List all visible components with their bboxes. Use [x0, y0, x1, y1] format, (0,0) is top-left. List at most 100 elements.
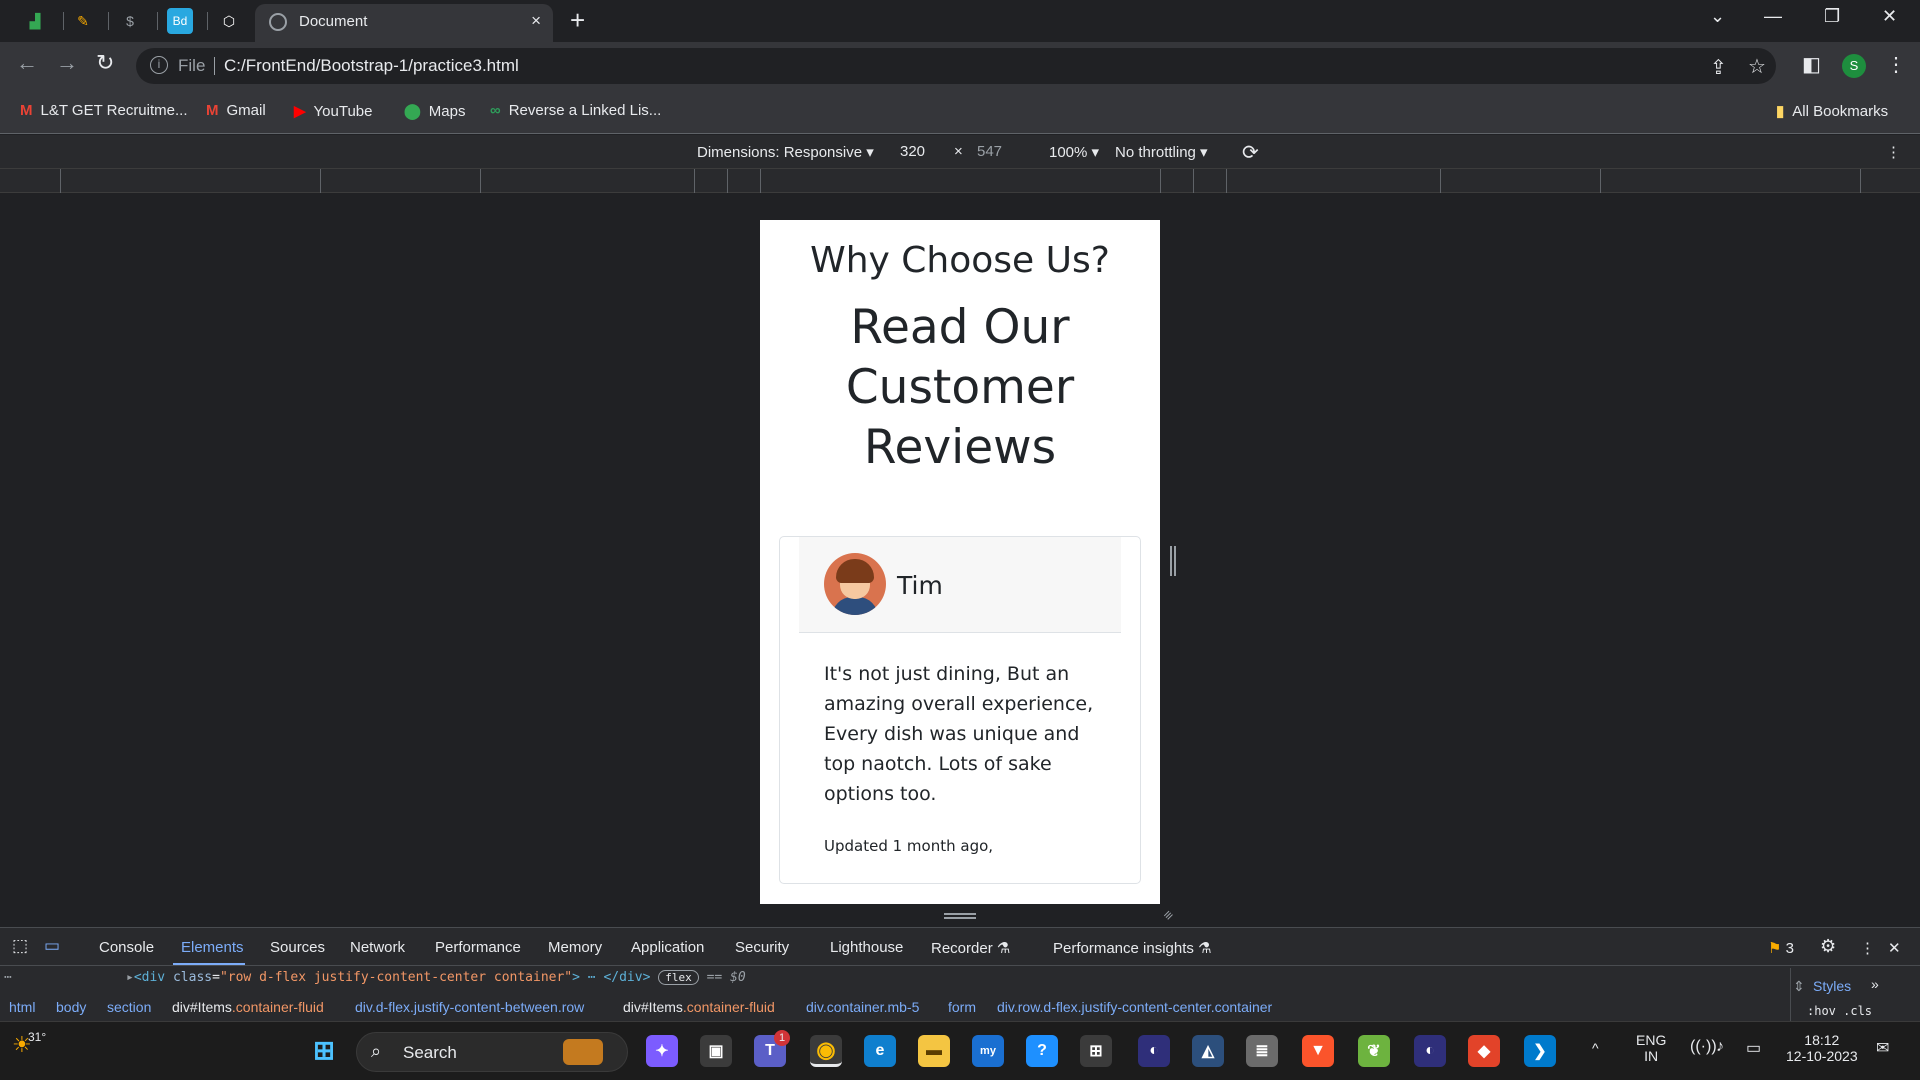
bookmark-reverse-linked-list[interactable]: ∞ Reverse a Linked Lis... [490, 102, 661, 119]
eclipse-app-icon-2[interactable]: ◐ [1414, 1035, 1446, 1067]
breadcrumb-item[interactable]: div.row.d-flex.justify-content-center.co… [997, 999, 1272, 1015]
profile-avatar[interactable]: S [1842, 54, 1866, 78]
tab-network[interactable]: Network [350, 939, 405, 956]
help-app-icon[interactable]: ? [1026, 1035, 1058, 1067]
git-app-icon[interactable]: ◆ [1468, 1035, 1500, 1067]
tab-close-icon[interactable]: × [531, 11, 541, 31]
flex-badge[interactable]: flex [658, 970, 699, 985]
tab-performance-insights[interactable]: Performance insights ⚗ [1053, 939, 1212, 957]
tab-memory[interactable]: Memory [548, 939, 602, 956]
chrome-app-icon[interactable]: ◉ [810, 1035, 842, 1067]
tab-security[interactable]: Security [735, 939, 789, 956]
bookmark-youtube[interactable]: ▶ YouTube [294, 102, 373, 121]
more-tabs-chevron-icon[interactable]: » [1871, 976, 1879, 992]
bookmarks-bar: M L&T GET Recruitme... M Gmail ▶ YouTube… [0, 90, 1920, 134]
tab-styles[interactable]: Styles [1813, 978, 1851, 994]
share-icon[interactable]: ⇪ [1710, 55, 1727, 80]
device-toggle-icon[interactable]: ▭ [44, 936, 60, 956]
pinned-tab-chart-icon[interactable]: ▟ [22, 8, 48, 34]
windows-start-icon[interactable]: ⊞ [308, 1034, 340, 1066]
new-tab-button[interactable]: + [570, 5, 585, 36]
hov-cls-toggles[interactable]: :hov .cls [1807, 1004, 1872, 1018]
breadcrumb-item[interactable]: div#Items.container-fluid [172, 999, 324, 1015]
expand-triangle-icon[interactable]: ▸ [126, 970, 134, 985]
ruler-tick [694, 169, 695, 193]
zoom-select[interactable]: 100% ▾ [1049, 143, 1099, 161]
tab-elements[interactable]: Elements [181, 939, 244, 956]
forward-arrow-icon[interactable]: → [56, 50, 78, 76]
side-panel-icon[interactable]: ◧ [1802, 52, 1821, 77]
scroll-arrows-icon[interactable]: ⇕ [1793, 978, 1805, 995]
width-input[interactable]: 320 [900, 143, 925, 160]
bookmark-maps[interactable]: ⬤ Maps [404, 102, 465, 121]
throttling-select[interactable]: No throttling ▾ [1115, 143, 1208, 161]
inspect-element-icon[interactable]: ⬚ [12, 936, 28, 956]
minimize-icon[interactable]: — [1764, 6, 1782, 27]
pinned-tab-dollar-icon[interactable]: $ [117, 8, 143, 34]
breadcrumb-item[interactable]: div.d-flex.justify-content-between.row [355, 999, 584, 1015]
viewport-resize-corner-icon[interactable]: ≡ [1160, 906, 1177, 923]
battery-icon[interactable]: ▭ [1746, 1038, 1761, 1058]
pinned-tab-codepen-icon[interactable]: ⬡ [216, 8, 242, 34]
bookmark-star-icon[interactable]: ☆ [1748, 54, 1766, 79]
tray-chevron-icon[interactable]: ^ [1592, 1040, 1599, 1056]
devtools-menu-kebab-icon[interactable]: ⋮ [1860, 939, 1875, 957]
pinned-tab-pencil-icon[interactable]: ✎ [70, 8, 96, 34]
zoom-label: 100% [1049, 144, 1088, 161]
bookmark-lt-recruitment[interactable]: M L&T GET Recruitme... [20, 102, 188, 119]
breadcrumb-item[interactable]: section [107, 999, 151, 1015]
tab-console[interactable]: Console [99, 939, 154, 956]
language-indicator[interactable]: ENG IN [1636, 1032, 1666, 1064]
taskbar-search[interactable]: ⌕ Search [356, 1032, 628, 1072]
breadcrumb-item[interactable]: div.container.mb-5 [806, 999, 919, 1015]
selected-dom-node[interactable]: ⋯ ▸<div class="row d-flex justify-conten… [0, 968, 1790, 990]
wifi-icon[interactable]: ((·)) [1690, 1038, 1717, 1056]
restore-icon[interactable]: ❐ [1824, 6, 1840, 27]
viewport-resize-handle-bottom[interactable] [944, 913, 976, 919]
mylp-app-icon[interactable]: my [972, 1035, 1004, 1067]
task-view-icon[interactable]: ▣ [700, 1035, 732, 1067]
tab-lighthouse[interactable]: Lighthouse [830, 939, 903, 956]
rotate-icon[interactable]: ⟳ [1242, 140, 1259, 165]
vscode-app-icon[interactable]: ❯ [1524, 1035, 1556, 1067]
all-bookmarks-button[interactable]: ▮ All Bookmarks [1776, 102, 1888, 121]
file-explorer-icon[interactable]: ▬ [918, 1035, 950, 1067]
breadcrumb-item[interactable]: body [56, 999, 86, 1015]
tab-recorder[interactable]: Recorder ⚗ [931, 939, 1010, 957]
eclipse-app-icon[interactable]: ◐ [1138, 1035, 1170, 1067]
url-text[interactable]: C:/FrontEnd/Bootstrap-1/practice3.html [224, 56, 519, 76]
clock[interactable]: 18:12 12-10-2023 [1786, 1032, 1858, 1064]
store-app-icon[interactable]: ⊞ [1080, 1035, 1112, 1067]
height-input[interactable]: 547 [977, 143, 1002, 160]
viewport-resize-handle-right[interactable] [1170, 546, 1176, 576]
spring-app-icon[interactable]: ❦ [1358, 1035, 1390, 1067]
back-arrow-icon[interactable]: ← [16, 50, 38, 76]
dimensions-select[interactable]: Dimensions: Responsive ▾ [697, 143, 874, 161]
copilot-app-icon[interactable]: ✦ [646, 1035, 678, 1067]
brave-app-icon[interactable]: ▼ [1302, 1035, 1334, 1067]
menu-kebab-icon[interactable]: ⋮ [1886, 52, 1906, 77]
notifications-icon[interactable]: ✉ [1876, 1038, 1889, 1058]
tab-document[interactable]: Document × [255, 4, 553, 42]
address-bar[interactable]: i File C:/FrontEnd/Bootstrap-1/practice3… [136, 48, 1776, 84]
breadcrumb-item[interactable]: div#Items.container-fluid [623, 999, 775, 1015]
settings-gear-icon[interactable]: ⚙ [1820, 936, 1836, 957]
pinned-tab-bd-icon[interactable]: Bd [167, 8, 193, 34]
tab-search-chevron-icon[interactable]: ⌄ [1710, 6, 1725, 27]
tab-sources[interactable]: Sources [270, 939, 325, 956]
devtools-close-icon[interactable]: ✕ [1888, 939, 1901, 957]
issues-counter[interactable]: ⚑ 3 [1768, 939, 1794, 957]
bookmark-gmail[interactable]: M Gmail [206, 102, 266, 119]
reload-icon[interactable]: ↻ [96, 50, 114, 76]
files-app-icon[interactable]: ≣ [1246, 1035, 1278, 1067]
info-icon[interactable]: i [150, 56, 168, 74]
device-menu-kebab-icon[interactable]: ⋮ [1886, 143, 1901, 161]
breadcrumb-item[interactable]: html [9, 999, 35, 1015]
volume-icon[interactable]: ♪ [1716, 1038, 1724, 1056]
tab-performance[interactable]: Performance [435, 939, 521, 956]
tab-application[interactable]: Application [631, 939, 704, 956]
window-close-icon[interactable]: ✕ [1882, 6, 1897, 27]
mysql-app-icon[interactable]: ◭ [1192, 1035, 1224, 1067]
edge-app-icon[interactable]: e [864, 1035, 896, 1067]
breadcrumb-item[interactable]: form [948, 999, 976, 1015]
